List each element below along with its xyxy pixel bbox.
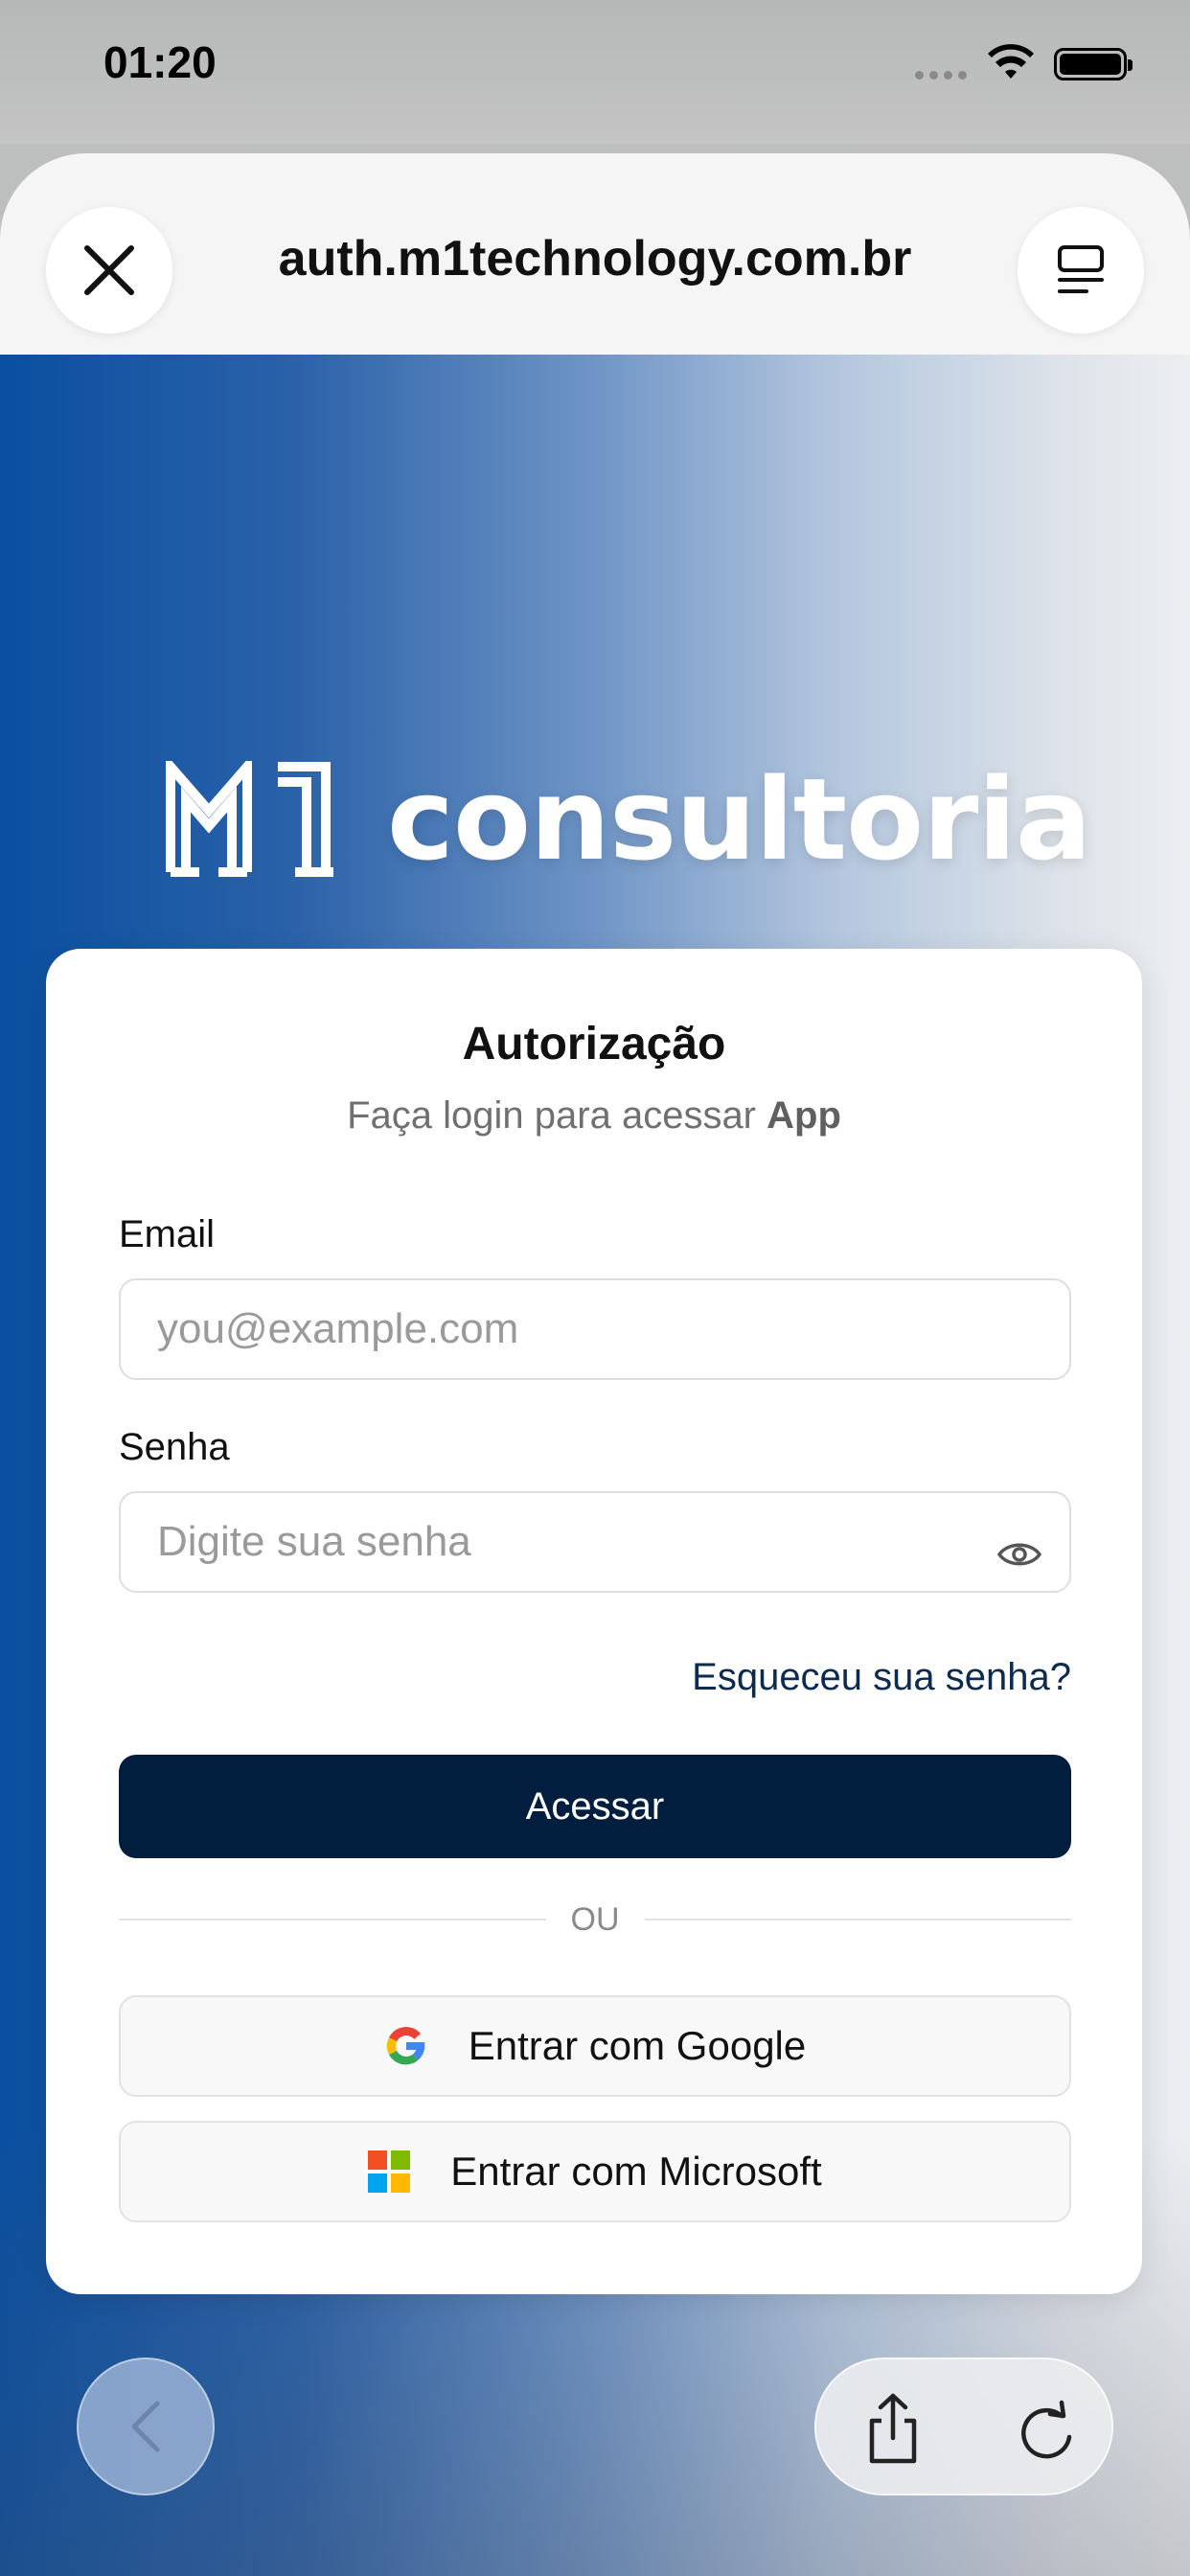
status-time: 01:20 (103, 37, 217, 87)
url-text[interactable]: auth.m1technology.com.br (220, 230, 970, 288)
microsoft-signin-label: Entrar com Microsoft (450, 2149, 822, 2194)
microsoft-icon (368, 2150, 411, 2193)
divider-line (119, 1919, 546, 1920)
logo-wordmark: consultoria (387, 753, 1091, 886)
browser-actions (814, 2358, 1113, 2496)
divider-line (644, 1919, 1071, 1920)
reload-icon (1021, 2400, 1072, 2459)
battery-icon (1054, 48, 1133, 80)
submit-button[interactable]: Acessar (119, 1755, 1071, 1858)
reload-button[interactable] (1008, 2388, 1085, 2469)
cellular-dots-icon (915, 71, 967, 80)
password-field[interactable] (119, 1491, 1071, 1593)
back-button[interactable] (77, 2358, 215, 2496)
google-icon (386, 2027, 425, 2065)
email-label: Email (119, 1213, 216, 1255)
reader-mode-button[interactable] (1018, 207, 1144, 334)
reader-mode-icon (1058, 245, 1104, 293)
password-label: Senha (119, 1426, 230, 1468)
share-icon (869, 2393, 917, 2464)
card-subtitle: Faça login para acessar App (46, 1094, 1142, 1138)
m1-consultoria-logo: consultoria (165, 753, 1091, 886)
share-button[interactable] (855, 2388, 931, 2469)
login-card: Autorização Faça login para acessar App … (46, 949, 1142, 2294)
eye-icon (996, 1543, 1042, 1566)
divider-label: OU (570, 1900, 620, 1938)
microsoft-signin-button[interactable]: Entrar com Microsoft (119, 2121, 1071, 2222)
google-signin-button[interactable]: Entrar com Google (119, 1995, 1071, 2097)
email-field[interactable] (119, 1278, 1071, 1380)
wifi-icon (988, 44, 1034, 79)
m1-logo-mark (166, 761, 333, 877)
card-title: Autorização (462, 1019, 726, 1070)
status-bar: 01:20 (0, 0, 1190, 144)
close-icon (84, 245, 134, 295)
forgot-password-link[interactable]: Esqueceu sua senha? (692, 1656, 1071, 1699)
subtitle-text: Faça login para acessar (347, 1094, 767, 1137)
show-password-button[interactable] (991, 1526, 1048, 1583)
subtitle-app-name: App (767, 1094, 841, 1137)
or-divider: OU (119, 1898, 1071, 1942)
google-signin-label: Entrar com Google (468, 2023, 807, 2068)
chevron-left-icon (131, 2401, 160, 2452)
browser-url-bar: auth.m1technology.com.br (0, 153, 1190, 355)
close-button[interactable] (46, 207, 172, 334)
